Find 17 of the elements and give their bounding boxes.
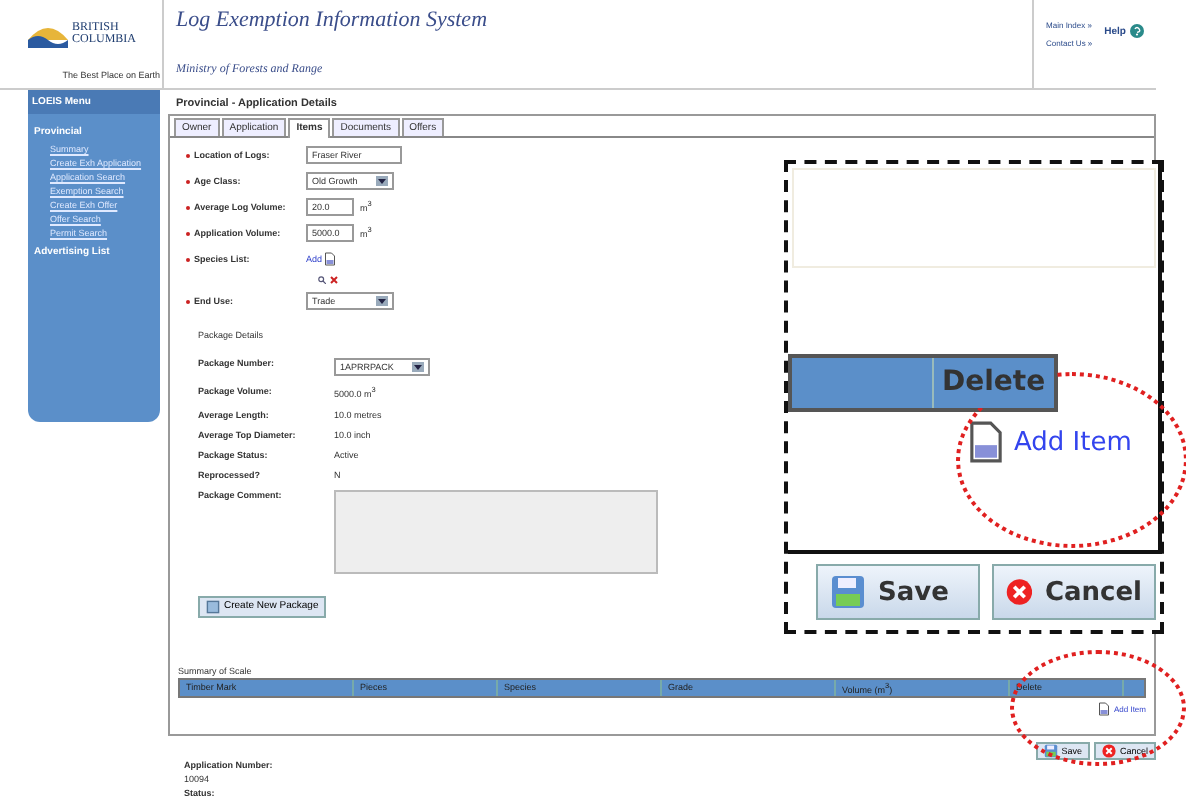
close-icon	[1101, 744, 1116, 758]
action-button[interactable]: Save	[816, 564, 980, 620]
caret-icon	[412, 362, 424, 372]
document-icon[interactable]	[1097, 701, 1110, 715]
app-title: Log Exemption Information System	[176, 8, 490, 32]
close-icon	[1006, 574, 1033, 610]
document-icon[interactable]	[324, 252, 337, 266]
caret-icon	[376, 176, 388, 186]
action-button[interactable]: Cancel	[992, 564, 1156, 620]
add-item-link[interactable]: Add Item	[1014, 427, 1132, 457]
caret-icon	[376, 296, 388, 306]
magnifier-icon[interactable]	[318, 276, 326, 284]
delete-icon[interactable]	[330, 276, 338, 284]
comment-field[interactable]	[334, 489, 658, 573]
document-icon[interactable]	[968, 420, 1004, 464]
help-icon[interactable]	[1130, 24, 1144, 38]
box-icon	[206, 599, 220, 613]
